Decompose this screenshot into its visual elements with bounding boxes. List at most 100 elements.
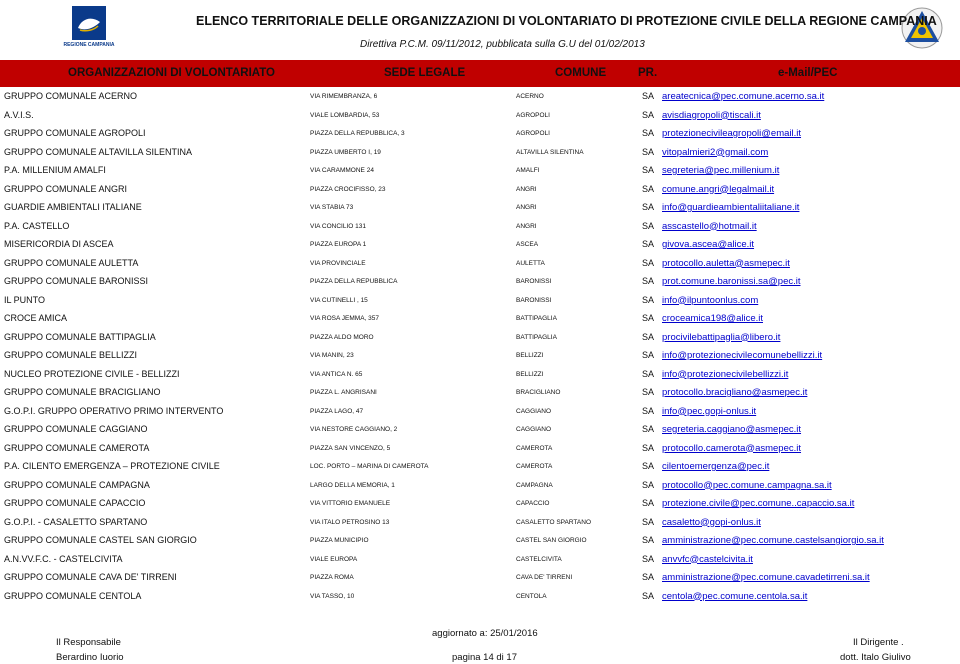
- col-seat: SEDE LEGALE: [384, 67, 466, 79]
- org-name: GRUPPO COMUNALE BELLIZZI: [4, 350, 138, 360]
- table-row: A.V.I.S. VIALE LOMBARDIA, 53 AGROPOLI SA avi…: [0, 107, 960, 126]
- org-email-link[interactable]: givova.ascea@alice.it: [662, 239, 754, 250]
- org-comune: ANGRI: [516, 222, 537, 230]
- org-email-link[interactable]: protezione.civile@pec.comune..capaccio.s…: [662, 498, 854, 509]
- org-email-link[interactable]: protocollo.auletta@asmepec.it: [662, 258, 790, 269]
- col-pr: PR.: [638, 67, 658, 79]
- table-row: GUARDIE AMBIENTALI ITALIANE VIA STABIA 73…: [0, 199, 960, 218]
- org-name: A.N.VV.F.C. - CASTELCIVITA: [4, 553, 123, 564]
- org-email-link[interactable]: cilentoemergenza@pec.it: [662, 461, 769, 472]
- org-province: SA: [642, 294, 655, 305]
- org-name: GRUPPO COMUNALE BARONISSI: [4, 276, 149, 286]
- org-email-link[interactable]: info@pec.gopi-onlus.it: [662, 406, 756, 417]
- org-name: G.O.P.I. GRUPPO OPERATIVO PRIMO INTERVEN…: [4, 405, 224, 416]
- org-comune: BARONISSI: [516, 296, 552, 304]
- org-email-link[interactable]: segreteria.caggiano@asmepec.it: [662, 424, 801, 435]
- org-name: IL PUNTO: [4, 294, 46, 305]
- org-email-link[interactable]: amministrazione@pec.comune.cavadetirreni…: [662, 572, 870, 583]
- table-row: P.A. CASTELLO VIA CONCILIO 131 ANGRI SA assc…: [0, 218, 960, 237]
- org-email-link[interactable]: anvvfc@castelcivita.it: [662, 554, 753, 565]
- org-comune: ACERNO: [516, 93, 544, 100]
- org-address: PIAZZA DELLA REPUBBLICA, 3: [310, 130, 405, 137]
- org-comune: CAPACCIO: [516, 500, 550, 507]
- org-address: VIA ITALO PETROSINO 13: [310, 518, 390, 526]
- org-comune: BATTIPAGLIA: [516, 333, 557, 341]
- org-province: SA: [642, 479, 655, 490]
- org-comune: CENTOLA: [516, 592, 547, 600]
- org-province: SA: [642, 257, 655, 268]
- org-email-link[interactable]: centola@pec.comune.centola.sa.it: [662, 591, 807, 602]
- org-name: GRUPPO COMUNALE ANGRI: [4, 183, 128, 194]
- org-name: P.A. CILENTO EMERGENZA – PROTEZIONE CIVI…: [4, 461, 220, 471]
- org-province: SA: [642, 276, 655, 286]
- org-name: GRUPPO COMUNALE AGROPOLI: [4, 128, 146, 138]
- org-name: GRUPPO COMUNALE CASTEL SAN GIORGIO: [4, 535, 197, 545]
- org-email-link[interactable]: info@protezionecivilecomunebellizzi.it: [662, 350, 822, 361]
- org-email-link[interactable]: areatecnica@pec.comune.acerno.sa.it: [662, 91, 824, 102]
- org-address: VIA CONCILIO 131: [310, 222, 366, 230]
- org-email-link[interactable]: info@guardieambientaliitaliane.it: [662, 202, 799, 213]
- org-address: VIA NESTORE CAGGIANO, 2: [310, 426, 398, 433]
- org-province: SA: [642, 202, 655, 212]
- org-name: GUARDIE AMBIENTALI ITALIANE: [4, 202, 142, 212]
- org-name: GRUPPO COMUNALE ACERNO: [4, 91, 138, 101]
- org-comune: ANGRI: [516, 185, 537, 193]
- column-header-bar: ORGANIZZAZIONI DI VOLONTARIATO SEDE LEGA…: [0, 60, 960, 87]
- org-province: SA: [642, 498, 655, 508]
- table-row: P.A. MILLENIUM AMALFI VIA CARAMMONE 24 AMA…: [0, 162, 960, 181]
- org-address: VIA CARAMMONE 24: [310, 167, 374, 174]
- org-email-link[interactable]: prot.comune.baronissi.sa@pec.it: [662, 276, 801, 287]
- org-province: SA: [642, 220, 655, 231]
- org-address: VIA CUTINELLI , 15: [310, 296, 368, 304]
- org-email-link[interactable]: protocollo.camerota@asmepec.it: [662, 443, 801, 454]
- org-province: SA: [642, 368, 655, 379]
- table-row: IL PUNTO VIA CUTINELLI , 15 BARONISSI SA inf…: [0, 292, 960, 311]
- org-email-link[interactable]: protezionecivileagropoli@email.it: [662, 128, 801, 139]
- org-email-link[interactable]: info@protezionecivilebellizzi.it: [662, 369, 788, 380]
- org-email-link[interactable]: comune.angri@legalmail.it: [662, 184, 774, 195]
- org-comune: BRACIGLIANO: [516, 389, 561, 396]
- table-row: GRUPPO COMUNALE CAGGIANO VIA NESTORE CAGG…: [0, 421, 960, 440]
- table-row: GRUPPO COMUNALE CAVA DE' TIRRENI PIAZZA R…: [0, 569, 960, 588]
- footer-left-role: Il Responsabile: [56, 637, 121, 648]
- org-comune: CASTELCIVITA: [516, 555, 562, 563]
- org-email-link[interactable]: croceamica198@alice.it: [662, 313, 763, 324]
- org-email-link[interactable]: segreteria@pec.millenium.it: [662, 165, 779, 176]
- table-row: GRUPPO COMUNALE CAMEROTA PIAZZA SAN VINCE…: [0, 440, 960, 459]
- org-address: PIAZZA MUNICIPIO: [310, 537, 369, 544]
- org-email-link[interactable]: protocollo.bracigliano@asmepec.it: [662, 387, 807, 398]
- org-address: VIALE EUROPA: [310, 555, 358, 563]
- table-row: G.O.P.I. - CASALETTO SPARTANO VIA ITALO P…: [0, 514, 960, 533]
- org-name: GRUPPO COMUNALE CAMPAGNA: [4, 479, 150, 490]
- org-comune: BELLIZZI: [516, 352, 544, 359]
- org-province: SA: [642, 424, 655, 434]
- org-name: GRUPPO COMUNALE BRACIGLIANO: [4, 387, 161, 397]
- org-address: VIA ANTICA N. 65: [310, 370, 363, 378]
- org-email-link[interactable]: info@ilpuntoonlus.com: [662, 295, 758, 306]
- org-email-link[interactable]: procivilebattipaglia@libero.it: [662, 332, 780, 343]
- org-address: PIAZZA ALDO MORO: [310, 333, 374, 341]
- table-row: NUCLEO PROTEZIONE CIVILE - BELLIZZI VIA A…: [0, 366, 960, 385]
- org-address: VIA MANIN, 23: [310, 352, 354, 359]
- org-email-link[interactable]: casaletto@gopi-onlus.it: [662, 517, 761, 528]
- document-subtitle: Direttiva P.C.M. 09/11/2012, pubblicata …: [360, 39, 645, 50]
- org-address: PIAZZA ROMA: [310, 574, 354, 581]
- org-name: MISERICORDIA DI ASCEA: [4, 239, 114, 249]
- table-row: GRUPPO COMUNALE ACERNO VIA RIMEMBRANZA, 6…: [0, 88, 960, 107]
- org-address: VIA ROSA JEMMA, 357: [310, 315, 379, 322]
- org-address: PIAZZA LAGO, 47: [310, 407, 364, 415]
- org-email-link[interactable]: asscastello@hotmail.it: [662, 221, 757, 232]
- table-row: GRUPPO COMUNALE BARONISSI PIAZZA DELLA RE…: [0, 273, 960, 292]
- org-email-link[interactable]: protocollo@pec.comune.campagna.sa.it: [662, 480, 832, 491]
- org-comune: AGROPOLI: [516, 130, 550, 137]
- org-province: SA: [642, 350, 655, 360]
- org-province: SA: [642, 535, 655, 545]
- org-email-link[interactable]: amministrazione@pec.comune.castelsangior…: [662, 535, 884, 546]
- org-email-link[interactable]: vitopalmieri2@gmail.com: [662, 147, 768, 158]
- table-row: CROCE AMICA VIA ROSA JEMMA, 357 BATTIPAGLI…: [0, 310, 960, 329]
- org-email-link[interactable]: avisdiagropoli@tiscali.it: [662, 110, 761, 121]
- organization-table: GRUPPO COMUNALE ACERNO VIA RIMEMBRANZA, 6…: [0, 88, 960, 606]
- org-comune: CAMPAGNA: [516, 481, 553, 489]
- org-address: VIA PROVINCIALE: [310, 259, 366, 267]
- org-province: SA: [642, 442, 655, 453]
